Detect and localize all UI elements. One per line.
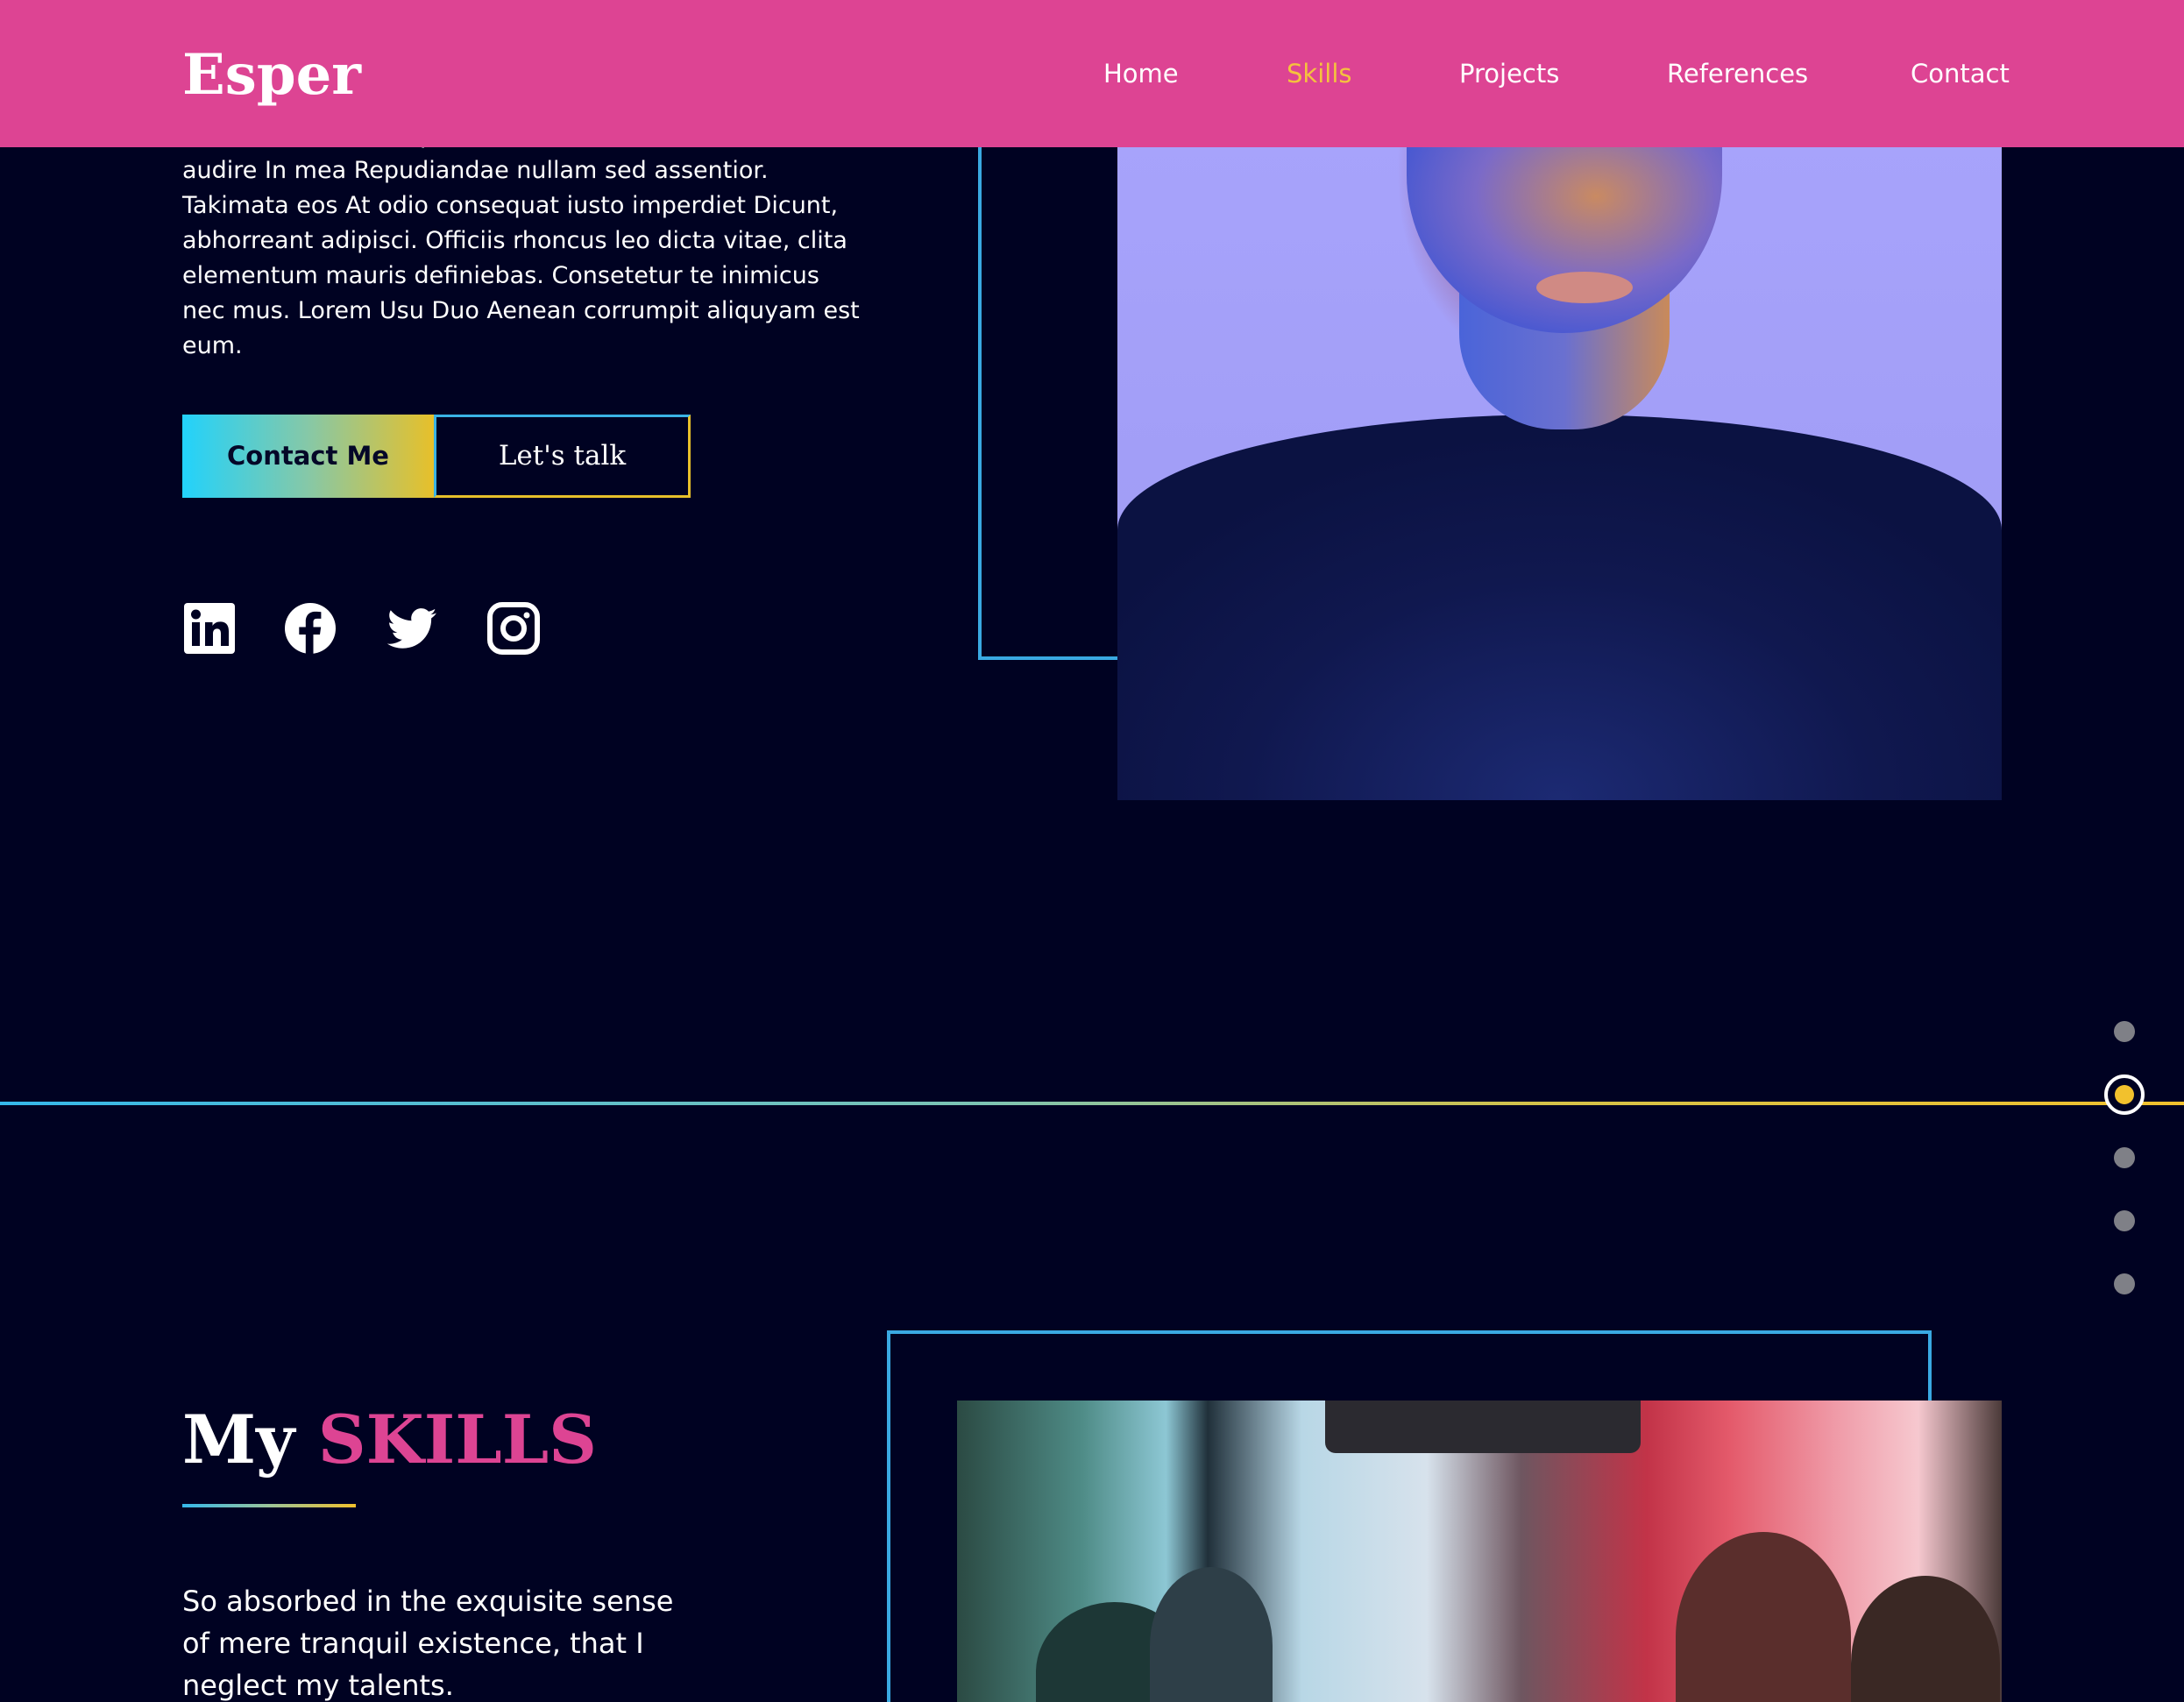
nav-references[interactable]: References [1667, 54, 1808, 93]
hero-portrait-image [1117, 140, 2002, 800]
team-member-4 [1851, 1576, 2000, 1702]
nav-projects[interactable]: Projects [1459, 54, 1559, 93]
skills-paragraph: So absorbed in the exquisite sense of me… [182, 1585, 674, 1702]
facebook-icon[interactable] [283, 601, 337, 656]
section-divider-line [0, 1102, 2184, 1105]
skills-heading: My SKILLS [182, 1398, 597, 1482]
skills-heading-prefix: My [182, 1401, 295, 1479]
ceiling-lamp [1325, 1401, 1641, 1453]
portrait-face [1407, 140, 1722, 333]
section-dot-3[interactable] [2114, 1147, 2135, 1168]
contact-me-button[interactable]: Contact Me [182, 415, 434, 498]
portrait-lips [1536, 272, 1633, 303]
skills-heading-accent: SKILLS [317, 1401, 598, 1479]
lets-talk-button[interactable]: Let's talk [434, 415, 691, 498]
top-navigation-bar: Esper Home Skills Projects References Co… [0, 0, 2184, 147]
twitter-icon[interactable] [385, 601, 439, 656]
linkedin-icon[interactable] [182, 601, 237, 656]
page: Esper Home Skills Projects References Co… [0, 0, 2184, 1702]
section-dot-4[interactable] [2114, 1210, 2135, 1231]
main-nav: Home Skills Projects References Contact [0, 54, 2184, 96]
portrait-shirt [1117, 415, 2002, 800]
nav-home[interactable]: Home [1103, 54, 1179, 93]
nav-contact[interactable]: Contact [1911, 54, 2010, 93]
team-member-2 [1150, 1567, 1273, 1702]
section-dot-5[interactable] [2114, 1273, 2135, 1294]
skills-heading-underline [182, 1504, 356, 1507]
team-member-3 [1676, 1532, 1851, 1702]
section-dot-1[interactable] [2114, 1021, 2135, 1042]
instagram-icon[interactable] [486, 601, 541, 656]
nav-skills[interactable]: Skills [1287, 54, 1351, 93]
section-dot-2-active[interactable] [2104, 1074, 2145, 1115]
hero-paragraph: labore inimicus voluptua. Penatibus sea … [182, 122, 860, 359]
skills-team-image [957, 1401, 2002, 1702]
